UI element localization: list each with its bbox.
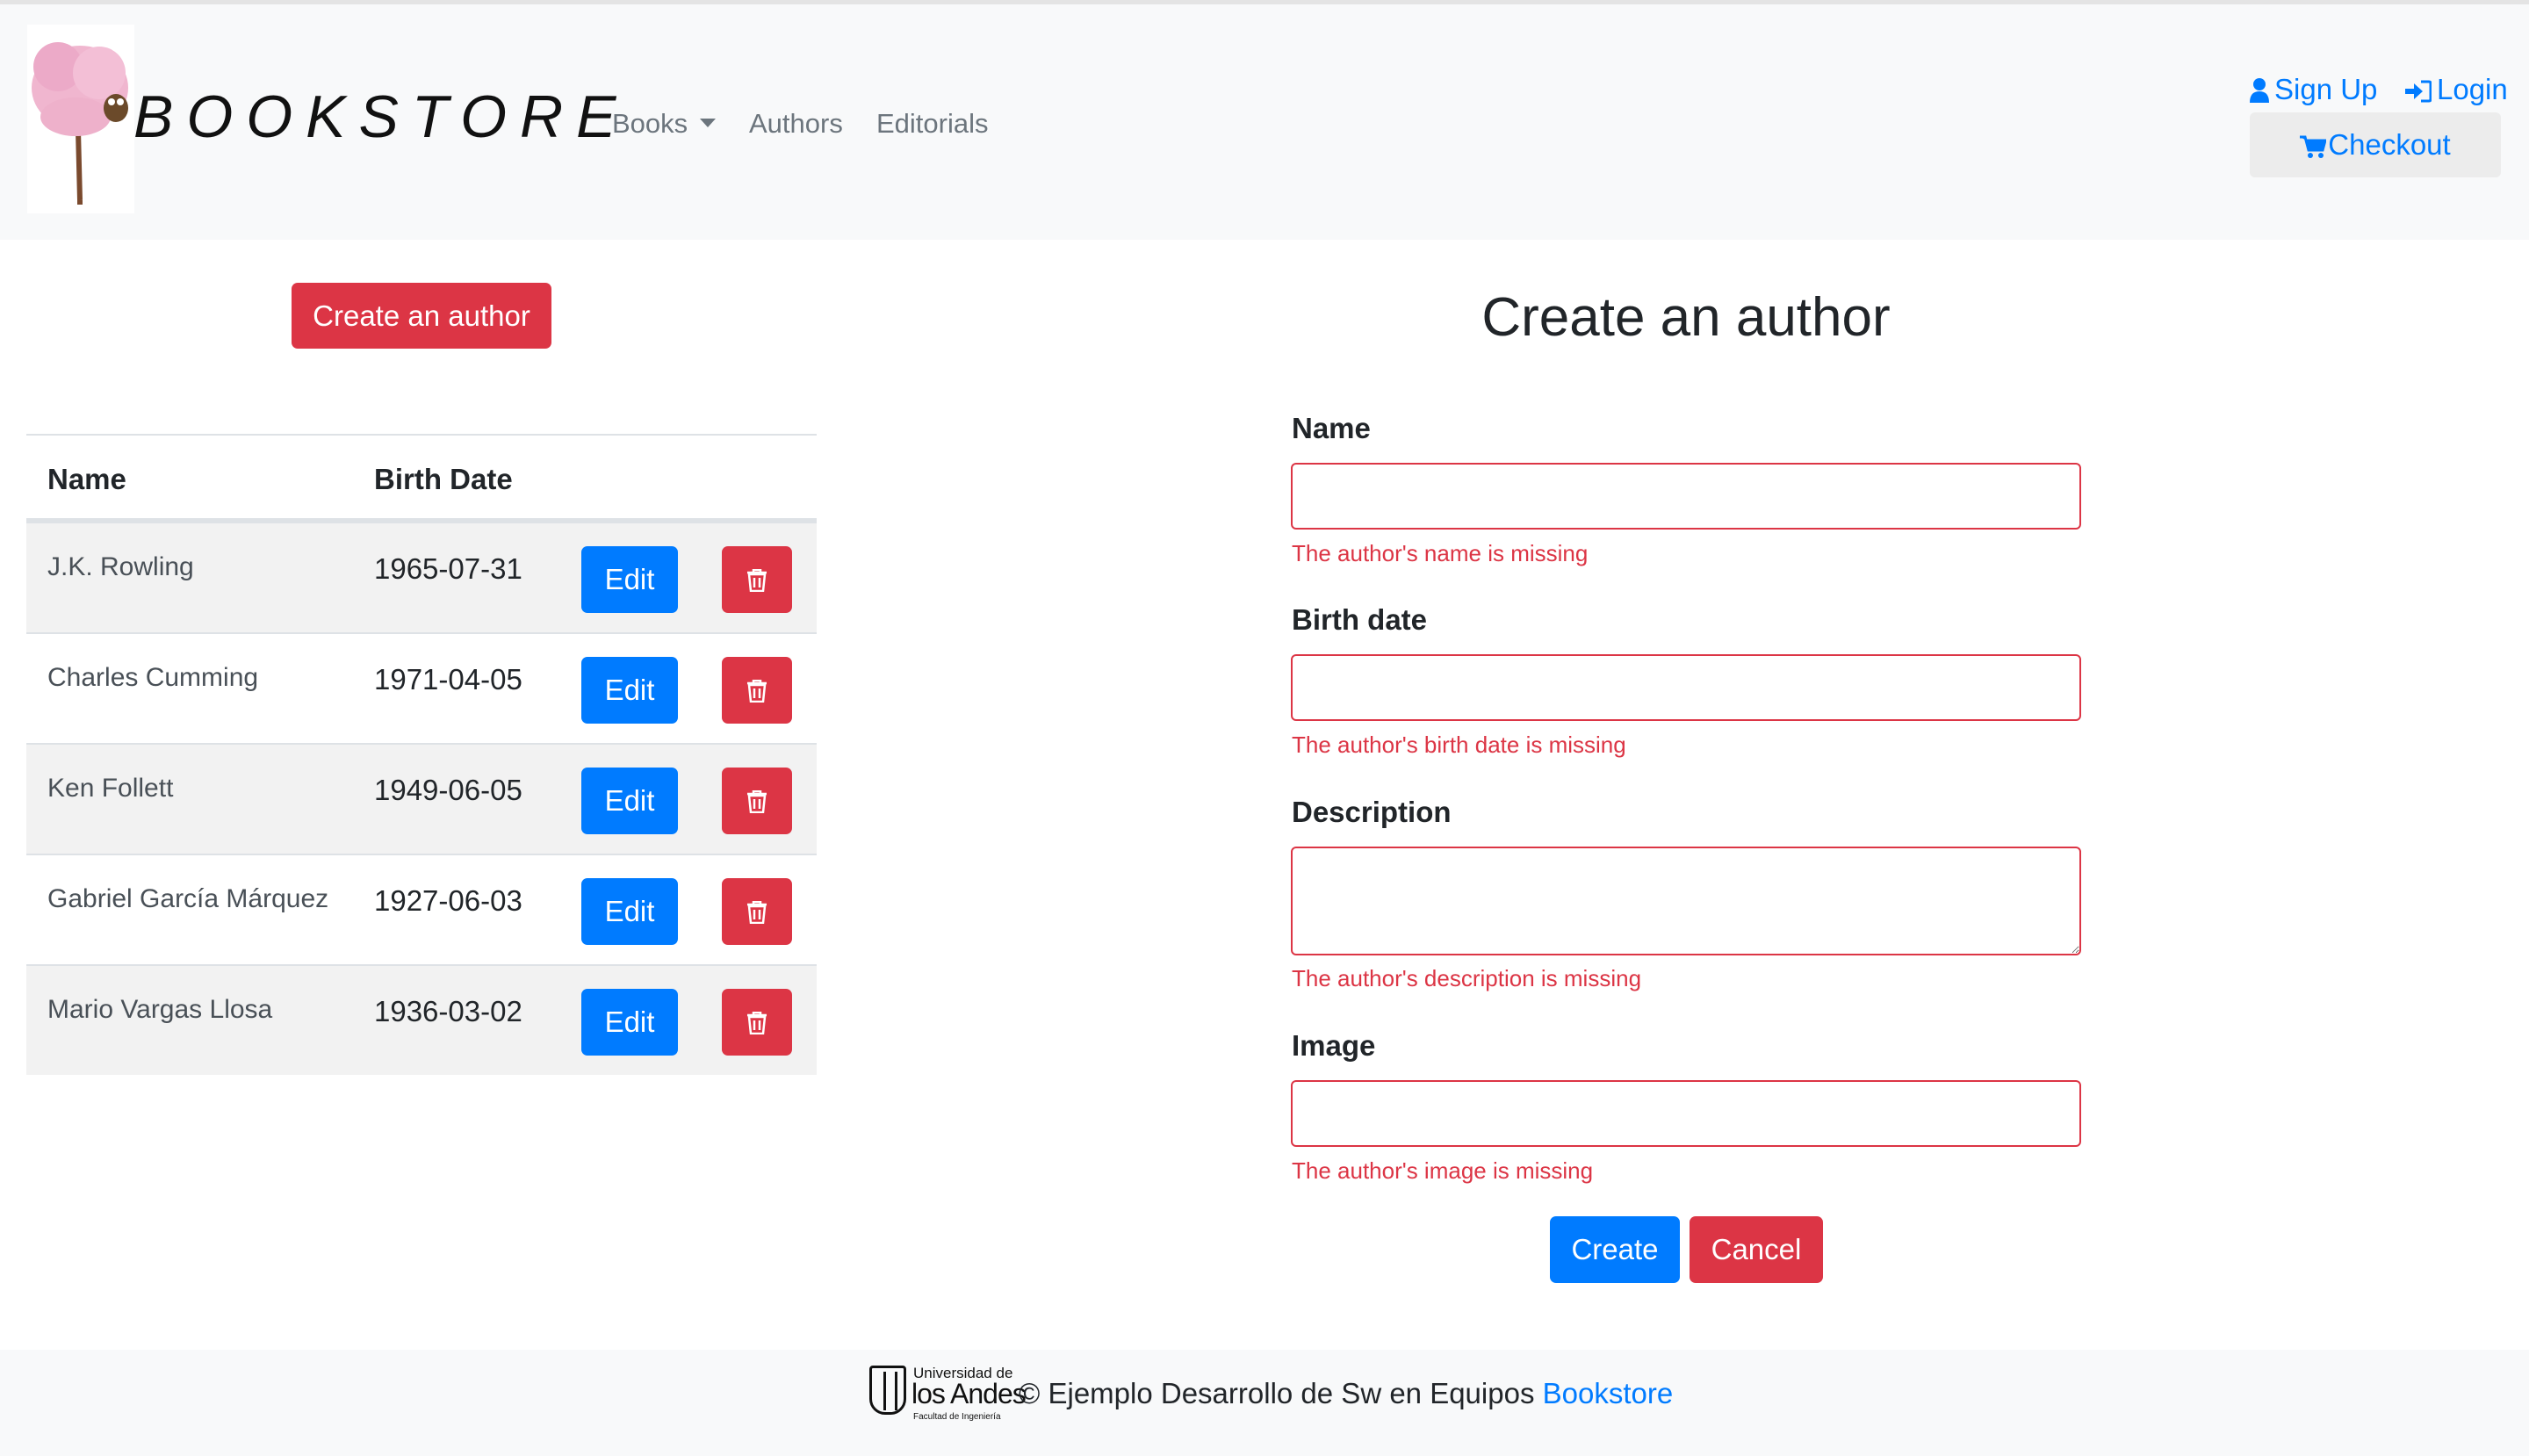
trash-icon — [747, 680, 767, 703]
column-header-name: Name — [47, 463, 126, 495]
name-error: The author's name is missing — [1292, 540, 1589, 566]
create-author-button[interactable]: Create an author — [292, 283, 551, 349]
table-header: Name Birth Date — [26, 434, 817, 522]
edit-button[interactable]: Edit — [581, 989, 678, 1056]
delete-button[interactable] — [722, 546, 792, 613]
name-label: Name — [1292, 412, 1371, 444]
image-label: Image — [1292, 1029, 1376, 1062]
checkout-button[interactable]: Checkout — [2250, 112, 2501, 177]
sign-up-label: Sign Up — [2274, 73, 2378, 105]
author-name: J.K. Rowling — [47, 552, 194, 581]
create-button[interactable]: Create — [1550, 1216, 1680, 1283]
author-birth-date: 1936-03-02 — [374, 995, 522, 1027]
footer-copyright: © Ejemplo Desarrollo de Sw en Equipos — [1019, 1377, 1535, 1409]
sign-in-icon — [2405, 80, 2432, 103]
caret-down-icon — [700, 119, 717, 127]
cancel-button[interactable]: Cancel — [1690, 1216, 1823, 1283]
bookstore-logo[interactable] — [27, 25, 134, 213]
trash-icon — [747, 569, 767, 592]
universidad-logo: Universidad de los Andes Facultad de Ing… — [869, 1366, 1027, 1427]
description-error: The author's description is missing — [1292, 965, 1642, 991]
table-row: Ken Follett 1949-06-05 Edit — [26, 743, 817, 854]
name-input[interactable] — [1291, 463, 2081, 530]
user-icon — [2250, 78, 2269, 103]
birth-date-error: The author's birth date is missing — [1292, 732, 1626, 758]
trash-icon — [747, 1012, 767, 1034]
trash-icon — [747, 901, 767, 924]
description-textarea[interactable] — [1291, 847, 2081, 955]
edit-button[interactable]: Edit — [581, 768, 678, 834]
checkout-label: Checkout — [2328, 128, 2451, 161]
trash-icon — [747, 790, 767, 813]
footer-bookstore-link[interactable]: Bookstore — [1543, 1377, 1674, 1409]
image-input[interactable] — [1291, 1080, 2081, 1147]
nav-editorials[interactable]: Editorials — [876, 104, 989, 144]
description-label: Description — [1292, 796, 1452, 828]
delete-button[interactable] — [722, 989, 792, 1056]
form-title: Create an author — [1481, 287, 1891, 348]
table-row: Charles Cumming 1971-04-05 Edit — [26, 632, 817, 743]
brand-name[interactable]: BOOKSTORE — [133, 79, 630, 155]
tree-logo-icon — [32, 42, 128, 205]
shield-icon — [869, 1366, 906, 1415]
edit-button[interactable]: Edit — [581, 657, 678, 724]
login-label: Login — [2437, 73, 2508, 105]
delete-button[interactable] — [722, 768, 792, 834]
author-birth-date: 1927-06-03 — [374, 884, 522, 917]
author-name: Mario Vargas Llosa — [47, 995, 273, 1024]
edit-button[interactable]: Edit — [581, 878, 678, 945]
nav-books-dropdown[interactable]: Books — [612, 104, 717, 144]
footer-text: © Ejemplo Desarrollo de Sw en Equipos Bo… — [1019, 1373, 1673, 1414]
nav-authors[interactable]: Authors — [749, 104, 843, 144]
sign-up-link[interactable]: Sign Up — [2250, 68, 2377, 111]
author-name: Gabriel García Márquez — [47, 884, 329, 913]
table-row: Gabriel García Márquez 1927-06-03 Edit — [26, 854, 817, 964]
birth-date-label: Birth date — [1292, 603, 1428, 636]
column-header-birth-date: Birth Date — [374, 463, 513, 495]
delete-button[interactable] — [722, 657, 792, 724]
author-birth-date: 1971-04-05 — [374, 663, 522, 696]
shopping-cart-icon — [2300, 135, 2328, 158]
nav-books-label: Books — [612, 108, 688, 139]
author-name: Charles Cumming — [47, 663, 259, 692]
logo-line-2: los Andes — [911, 1378, 1027, 1409]
birth-date-input[interactable] — [1291, 654, 2081, 721]
author-birth-date: 1949-06-05 — [374, 774, 522, 806]
table-row: Mario Vargas Llosa 1936-03-02 Edit — [26, 964, 817, 1075]
image-error: The author's image is missing — [1292, 1157, 1594, 1184]
delete-button[interactable] — [722, 878, 792, 945]
table-row: J.K. Rowling 1965-07-31 Edit — [26, 522, 817, 632]
login-link[interactable]: Login — [2405, 68, 2508, 111]
author-birth-date: 1965-07-31 — [374, 552, 522, 585]
author-name: Ken Follett — [47, 774, 174, 803]
logo-line-3: Facultad de Ingeniería — [913, 1412, 1001, 1422]
edit-button[interactable]: Edit — [581, 546, 678, 613]
